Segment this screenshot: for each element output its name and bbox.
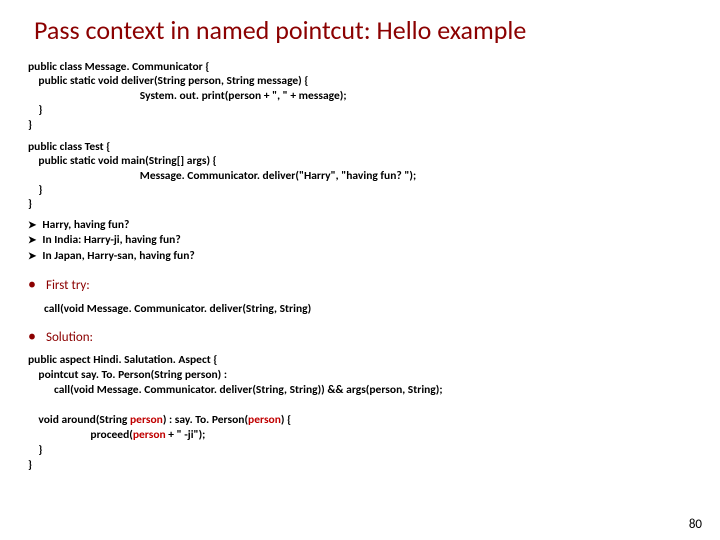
code-block-2: public class Test { public static void m… [28, 140, 720, 212]
output-item: In India: Harry-ji, having fun? [28, 233, 720, 249]
solution-label: Solution: [28, 324, 720, 350]
slide-title: Pass context in named pointcut: Hello ex… [34, 14, 720, 46]
first-try-label: First try: [28, 272, 720, 298]
aspect-person-3: person [133, 428, 166, 442]
aspect-mid-1: ) : say. To. Person( [163, 413, 248, 427]
output-list: Harry, having fun? In India: Harry-ji, h… [28, 218, 720, 265]
output-item: Harry, having fun? [28, 218, 720, 234]
output-item: In Japan, Harry-san, having fun? [28, 249, 720, 265]
bullet-list: First try: [28, 272, 720, 298]
slide: Pass context in named pointcut: Hello ex… [0, 0, 720, 540]
aspect-person-1: person [130, 413, 163, 427]
code-block-1: public class Message. Communicator { pub… [28, 60, 720, 132]
bullet-list: Solution: [28, 324, 720, 350]
page-number: 80 [689, 517, 702, 532]
aspect-code: public aspect Hindi. Salutation. Aspect … [28, 353, 720, 473]
aspect-person-2: person [248, 413, 281, 427]
first-try-code: call(void Message. Communicator. deliver… [44, 302, 720, 316]
